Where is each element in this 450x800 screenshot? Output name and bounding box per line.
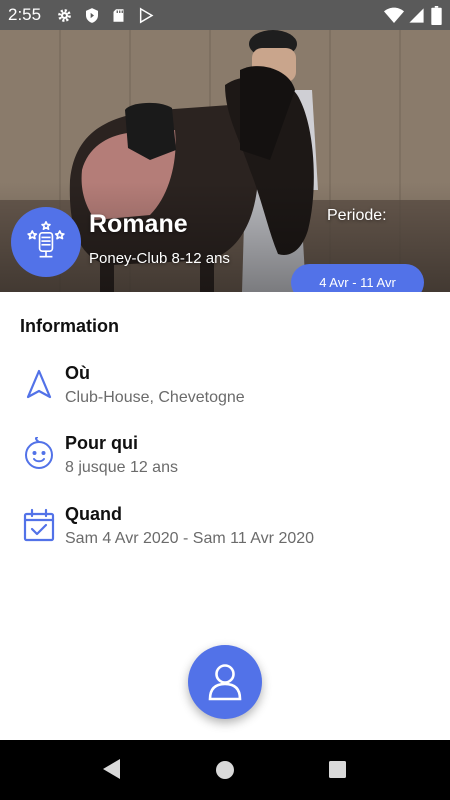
signal-icon (409, 8, 424, 23)
info-value-location: Club-House, Chevetogne (65, 389, 245, 406)
info-value-audience: 8 jusque 12 ans (65, 459, 178, 476)
play-store-icon (139, 7, 154, 24)
hero-banner: Romane Poney-Club 8-12 ans Periode: 4 Av… (0, 30, 450, 292)
activity-name: Romane (89, 210, 188, 238)
info-title-location: Où (65, 363, 90, 383)
award-mic-icon (27, 221, 65, 258)
periode-button[interactable]: 4 Avr - 11 Avr (291, 264, 424, 292)
wifi-icon (384, 7, 404, 23)
status-bar: 2:55 (0, 0, 450, 30)
battery-icon (431, 6, 442, 25)
info-title-dates: Quand (65, 504, 122, 524)
back-icon[interactable] (102, 758, 122, 780)
info-title-audience: Pour qui (65, 433, 138, 453)
section-title: Information (20, 316, 119, 336)
navigation-arrow-icon (26, 369, 52, 399)
home-icon[interactable] (215, 760, 235, 780)
shield-icon (86, 8, 98, 23)
user-icon (208, 664, 242, 701)
info-row-audience: Pour qui 8 jusque 12 ans (0, 433, 450, 497)
sd-card-icon (113, 9, 124, 22)
info-value-dates: Sam 4 Avr 2020 - Sam 11 Avr 2020 (65, 530, 315, 547)
periode-label: Periode: (327, 207, 387, 224)
status-time: 2:55 (8, 5, 42, 24)
info-row-location: Où Club-House, Chevetogne (0, 363, 450, 427)
recents-icon[interactable] (328, 760, 347, 779)
navigation-bar (0, 740, 450, 800)
baby-face-icon (25, 437, 53, 469)
info-row-dates: Quand Sam 4 Avr 2020 - Sam 11 Avr 2020 (0, 504, 450, 568)
activity-group: Poney-Club 8-12 ans (89, 250, 230, 267)
profile-fab[interactable] (188, 645, 262, 719)
activity-avatar (11, 207, 81, 277)
gear-icon (58, 9, 71, 22)
calendar-check-icon (23, 508, 55, 542)
